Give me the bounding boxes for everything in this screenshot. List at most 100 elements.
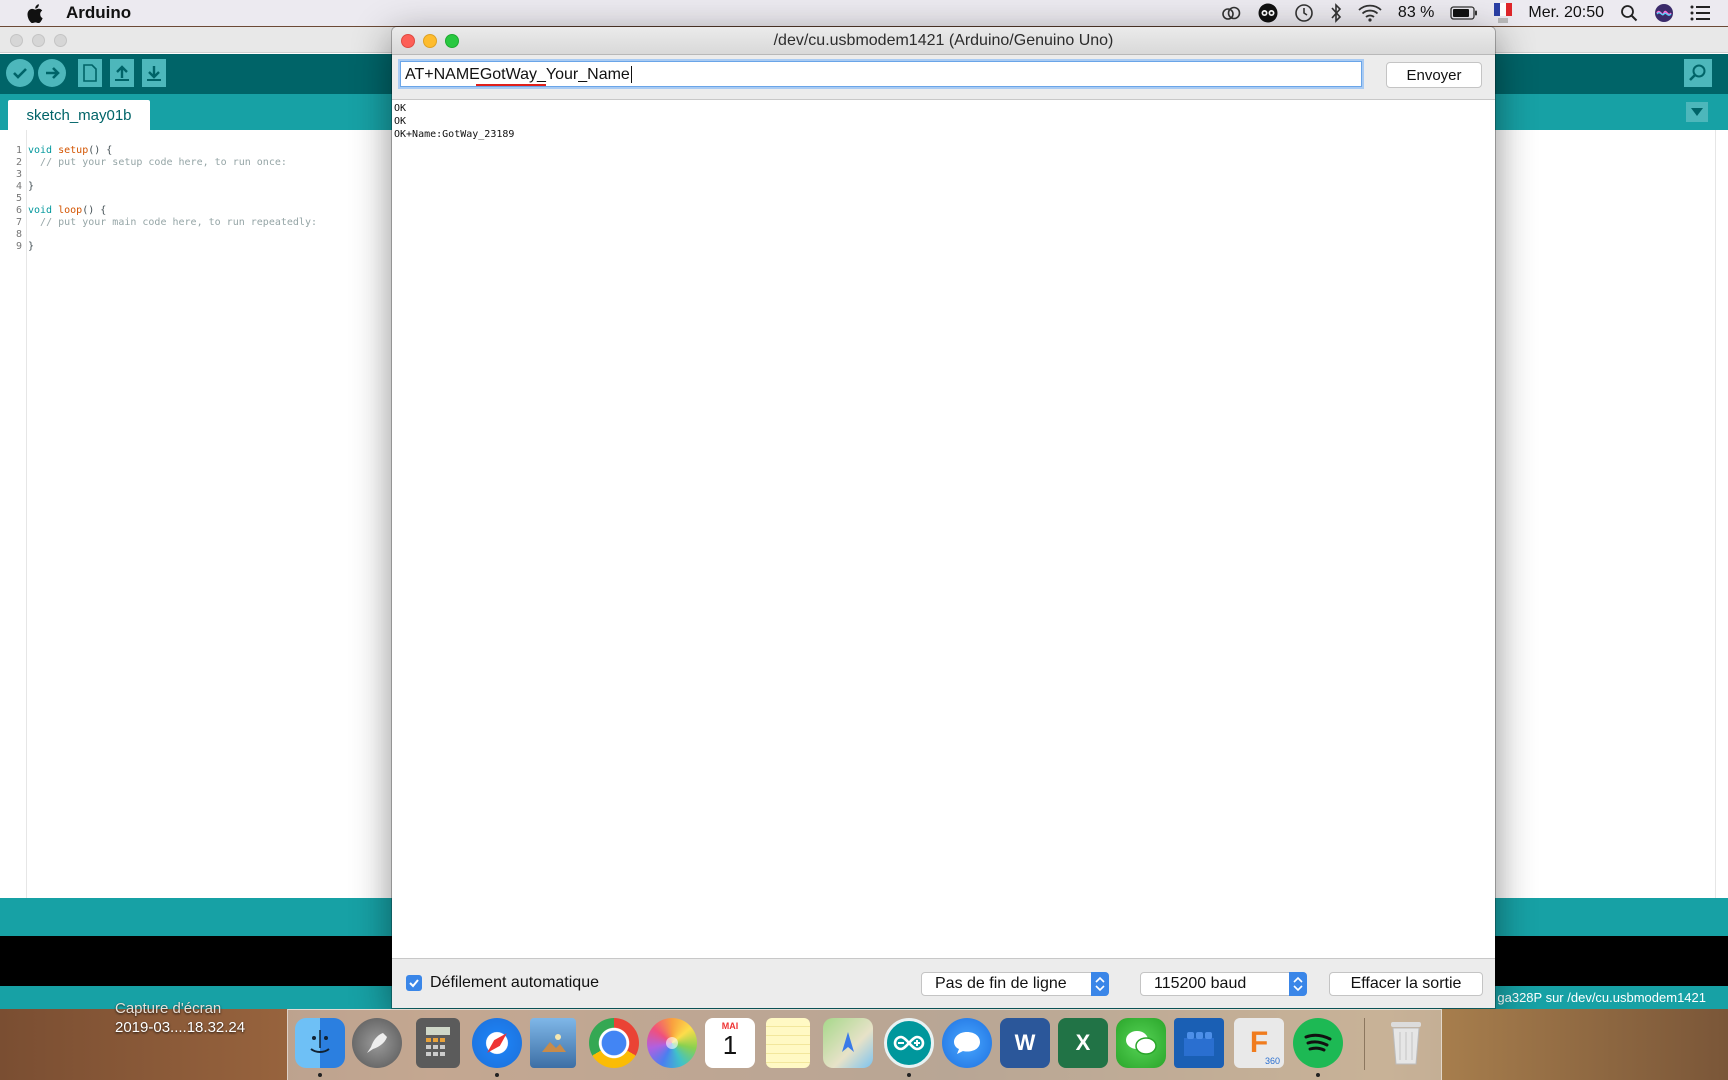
calendar-icon[interactable]: MAI 1 [705, 1018, 755, 1068]
creative-cloud-icon[interactable] [1220, 2, 1242, 24]
owl-icon[interactable] [1258, 2, 1278, 24]
tab-menu-chevron-down-icon[interactable] [1686, 102, 1708, 122]
excel-icon[interactable]: X [1058, 1018, 1108, 1068]
trash-icon[interactable] [1381, 1018, 1431, 1068]
calculator-icon[interactable] [416, 1018, 460, 1068]
battery-percent: 83 % [1397, 4, 1435, 21]
autoscroll-checkbox[interactable] [406, 975, 422, 991]
line-number: 3 [15, 169, 22, 180]
calendar-day: 1 [722, 1030, 738, 1060]
finder-icon[interactable] [295, 1018, 345, 1068]
notes-icon[interactable] [766, 1018, 810, 1068]
time-machine-icon[interactable] [1294, 2, 1314, 24]
menu-bar: Arduino 83 % Mer. 20:50 [0, 0, 1728, 26]
ide-minimize-light[interactable] [32, 34, 45, 47]
editor-scrollbar[interactable] [1715, 130, 1716, 910]
serial-monitor-button[interactable] [1684, 59, 1712, 87]
safari-compass-icon[interactable] [472, 1018, 522, 1068]
code-text: } [28, 241, 35, 252]
line-number: 4 [15, 181, 22, 192]
serial-bottom-bar: Défilement automatique Pas de fin de lig… [392, 959, 1495, 1008]
preview-photo-icon[interactable] [530, 1018, 576, 1068]
spotlight-search-icon[interactable] [1620, 2, 1638, 24]
serial-output-line: OK+Name:GotWay_23189 [394, 129, 515, 140]
finder-running-dot [318, 1073, 322, 1077]
word-letter: W [1014, 1030, 1036, 1055]
messages-bubble-icon[interactable] [942, 1018, 992, 1068]
ide-close-light[interactable] [10, 34, 23, 47]
siri-icon[interactable] [1654, 2, 1674, 24]
code-text: () { [88, 145, 113, 156]
line-number: 7 [15, 217, 22, 228]
ide-zoom-light[interactable] [54, 34, 67, 47]
serial-monitor-window: /dev/cu.usbmodem1421 (Arduino/Genuino Un… [392, 27, 1495, 1008]
line-number: 9 [15, 241, 22, 252]
select-stepper-icon [1091, 972, 1109, 996]
photos-flower-icon[interactable] [647, 1018, 697, 1068]
dock-separator [1364, 1018, 1365, 1070]
line-number: 5 [15, 193, 22, 204]
line-ending-value: Pas de fin de ligne [935, 975, 1067, 992]
code-function-name: setup [52, 145, 89, 156]
send-button[interactable]: Envoyer [1386, 62, 1482, 88]
serial-window-title: /dev/cu.usbmodem1421 (Arduino/Genuino Un… [773, 32, 1114, 49]
bluetooth-icon[interactable] [1330, 2, 1342, 24]
wechat-icon[interactable] [1116, 1018, 1166, 1068]
baud-rate-value: 115200 baud [1154, 975, 1247, 992]
arduino-app-icon[interactable] [884, 1018, 934, 1068]
serial-command-text: AT+NAMEGotWay_Your_Name [405, 66, 630, 83]
desktop-file-label[interactable]: Capture d'écran [115, 1000, 221, 1017]
serial-output-line: OK [394, 103, 407, 114]
code-text: } [28, 181, 35, 192]
serial-titlebar: /dev/cu.usbmodem1421 (Arduino/Genuino Un… [392, 27, 1495, 55]
lego-brick-icon[interactable] [1174, 1018, 1224, 1068]
zoom-light-icon[interactable] [445, 34, 459, 48]
serial-output-area[interactable]: OK OK OK+Name:GotWay_23189 [392, 99, 1495, 959]
new-sketch-button[interactable] [78, 59, 102, 87]
fusion-badge: 360 [1264, 1056, 1280, 1066]
open-sketch-button[interactable] [110, 59, 134, 87]
code-comment: // put your main code here, to run repea… [40, 217, 317, 228]
line-number: 1 [15, 145, 22, 156]
fusion-letter-icon: F [1249, 1026, 1269, 1059]
code-keyword: void [28, 145, 53, 156]
board-port-status: ga328P sur /dev/cu.usbmodem1421 [1497, 990, 1706, 1005]
clear-output-button[interactable]: Effacer la sortie [1329, 972, 1483, 996]
battery-icon[interactable] [1450, 2, 1478, 24]
launchpad-rocket-icon[interactable] [352, 1018, 402, 1068]
word-icon[interactable]: W [1000, 1018, 1050, 1068]
minimize-light-icon[interactable] [423, 34, 437, 48]
excel-letter: X [1075, 1030, 1091, 1055]
serial-command-input[interactable]: AT+NAMEGotWay_Your_Name [400, 61, 1362, 87]
fusion-360-icon[interactable]: F 360 [1234, 1018, 1284, 1068]
line-number: 2 [15, 157, 22, 168]
notification-center-icon[interactable] [1690, 2, 1710, 24]
close-light-icon[interactable] [401, 34, 415, 48]
verify-button[interactable] [6, 59, 34, 87]
wifi-icon[interactable] [1358, 2, 1382, 24]
code-function-name: loop [52, 205, 83, 216]
code-comment: // put your setup code here, to run once… [40, 157, 287, 168]
text-caret [630, 66, 632, 84]
menu-app-name[interactable]: Arduino [66, 3, 131, 23]
spellcheck-underline [476, 84, 546, 86]
line-ending-select[interactable]: Pas de fin de ligne [921, 972, 1109, 996]
serial-output-line: OK [394, 116, 407, 127]
baud-rate-select[interactable]: 115200 baud [1140, 972, 1307, 996]
spotify-running-dot [1316, 1073, 1320, 1077]
save-sketch-button[interactable] [142, 59, 166, 87]
french-flag-input-icon[interactable] [1494, 2, 1513, 24]
upload-button[interactable] [38, 59, 66, 87]
tab-sketch[interactable]: sketch_may01b [8, 100, 150, 130]
chrome-icon[interactable] [589, 1018, 639, 1068]
menu-clock[interactable]: Mer. 20:50 [1528, 2, 1604, 24]
desktop-file-label-date[interactable]: 2019-03....18.32.24 [115, 1019, 245, 1036]
spotify-icon[interactable] [1293, 1018, 1343, 1068]
arduino-running-dot [907, 1073, 911, 1077]
code-text: () { [82, 205, 107, 216]
apple-icon[interactable] [24, 2, 46, 24]
maps-icon[interactable] [823, 1018, 873, 1068]
autoscroll-label[interactable]: Défilement automatique [430, 974, 599, 992]
